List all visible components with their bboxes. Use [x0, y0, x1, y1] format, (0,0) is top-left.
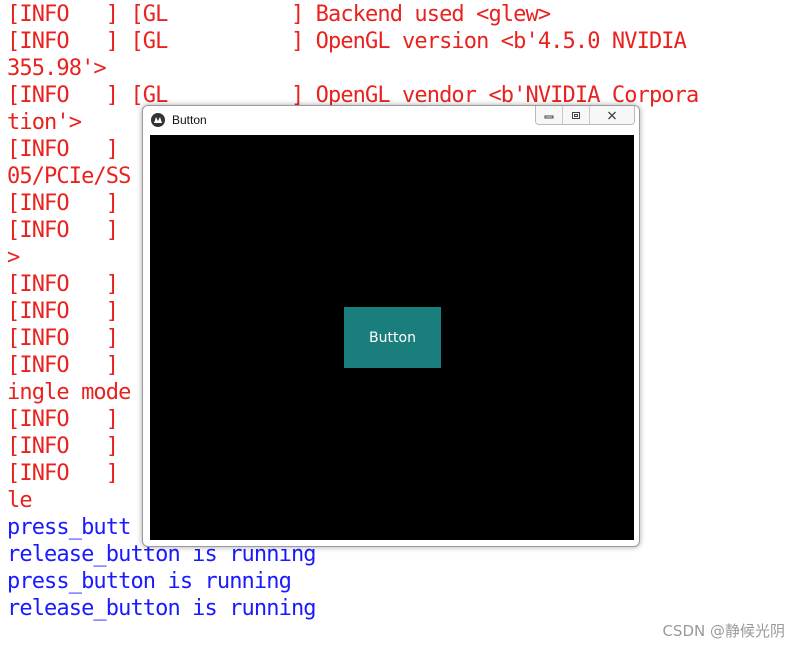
maximize-button[interactable] [563, 106, 590, 124]
window-titlebar[interactable]: Button [143, 106, 639, 134]
maximize-icon [572, 111, 580, 119]
minimize-button[interactable] [536, 106, 563, 124]
console-line: 355.98'> [7, 56, 107, 81]
minimize-icon [544, 115, 554, 119]
window-title: Button [172, 113, 207, 127]
console-line: press_button is running [7, 569, 292, 594]
kivy-window[interactable]: Button Button [142, 105, 640, 547]
kivy-logo-icon [151, 113, 165, 127]
console-line: release_button is running [7, 596, 317, 621]
kivy-button[interactable]: Button [344, 307, 441, 368]
console-line: [INFO ] [GL ] OpenGL version <b'4.5.0 NV… [7, 29, 687, 54]
caption-buttons [535, 106, 635, 125]
close-button[interactable] [590, 106, 634, 124]
console-line: [INFO ] [GL ] Backend used <glew> [7, 2, 551, 27]
close-icon [608, 111, 616, 119]
kivy-canvas: Button [150, 135, 634, 540]
watermark: CSDN @静候光阴 [662, 622, 785, 640]
